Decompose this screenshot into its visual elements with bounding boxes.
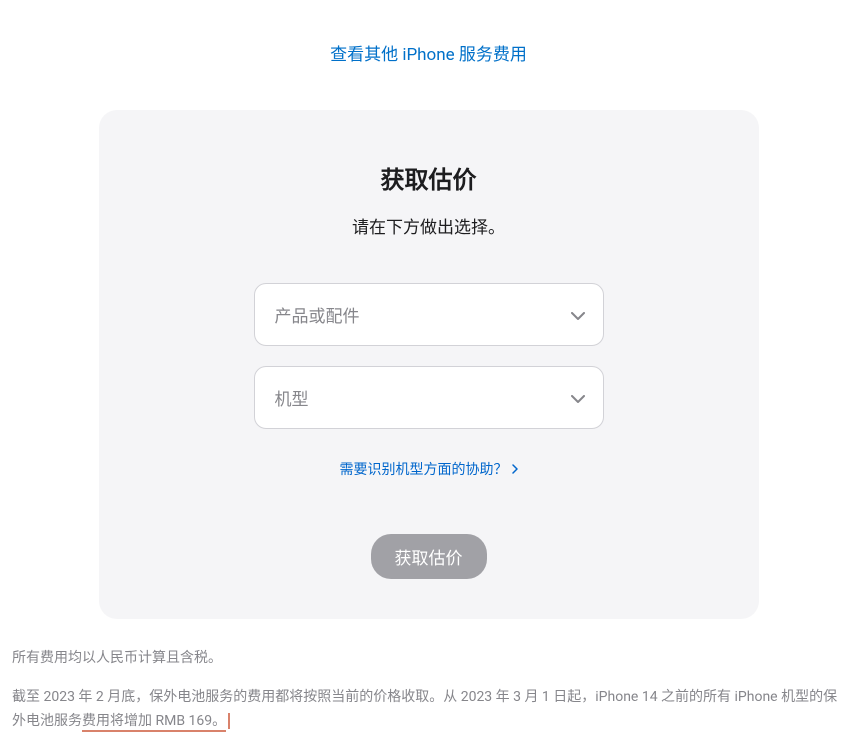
get-estimate-button[interactable]: 获取估价 bbox=[371, 534, 487, 579]
footer-line-1: 所有费用均以人民币计算且含税。 bbox=[12, 647, 845, 671]
footer-notes: 所有费用均以人民币计算且含税。 截至 2023 年 2 月底，保外电池服务的费用… bbox=[0, 647, 857, 733]
price-increase-annotation: 费用将增加 RMB 169。 bbox=[82, 713, 226, 732]
model-select[interactable]: 机型 bbox=[254, 366, 604, 429]
estimate-card: 获取估价 请在下方做出选择。 产品或配件 机型 bbox=[99, 110, 759, 619]
help-link-text: 需要识别机型方面的协助？ bbox=[340, 459, 508, 479]
chevron-down-icon bbox=[571, 388, 585, 408]
product-select[interactable]: 产品或配件 bbox=[254, 283, 604, 346]
identify-model-help-link[interactable]: 需要识别机型方面的协助？ bbox=[340, 459, 518, 479]
product-select-label: 产品或配件 bbox=[275, 307, 360, 327]
chevron-down-icon bbox=[571, 305, 585, 325]
footer-line-2: 截至 2023 年 2 月底，保外电池服务的费用都将按照当前的价格收取。从 20… bbox=[12, 686, 845, 733]
card-subtitle: 请在下方做出选择。 bbox=[139, 213, 719, 238]
card-title: 获取估价 bbox=[139, 160, 719, 195]
annotation-end-mark bbox=[228, 713, 230, 729]
model-select-label: 机型 bbox=[275, 390, 309, 410]
chevron-right-icon bbox=[512, 464, 518, 474]
view-other-services-link[interactable]: 查看其他 iPhone 服务费用 bbox=[0, 40, 857, 65]
